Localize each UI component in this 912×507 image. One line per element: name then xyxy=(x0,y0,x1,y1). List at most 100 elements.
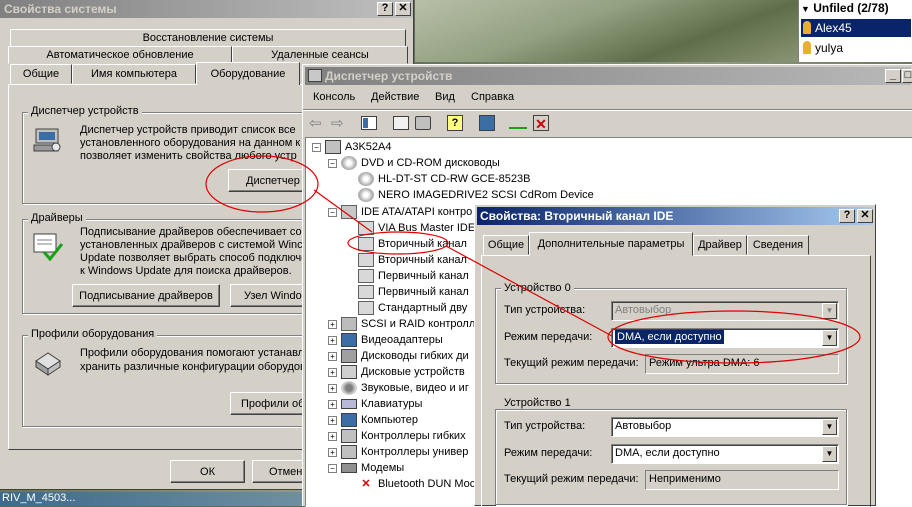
contact-item[interactable]: yulya xyxy=(801,39,911,57)
scan-hardware-icon[interactable] xyxy=(479,115,495,131)
tab-details[interactable]: Сведения xyxy=(747,235,809,255)
menu-action[interactable]: Действие xyxy=(371,91,419,103)
tab-general[interactable]: Общие xyxy=(10,64,72,84)
expand-icon[interactable]: + xyxy=(328,399,337,409)
tree-label: Первичный канал xyxy=(378,270,469,282)
expand-icon[interactable]: + xyxy=(328,351,337,361)
tree-node-floppy[interactable]: + Дисководы гибких ди xyxy=(328,348,469,364)
tab-advanced-settings[interactable]: Дополнительные параметры xyxy=(529,232,693,256)
close-button[interactable]: ✕ xyxy=(395,2,411,16)
tree-item[interactable]: Первичный канал xyxy=(358,268,469,284)
device0-type-select: Автовыбор ▼ xyxy=(611,301,839,321)
show-hide-tree-icon[interactable] xyxy=(361,116,377,130)
tree-item[interactable]: Вторичный канал xyxy=(358,252,467,268)
help-button[interactable]: ? xyxy=(839,209,855,223)
tree-node-disks[interactable]: + Дисковые устройств xyxy=(328,364,465,380)
driver-signing-icon xyxy=(32,232,64,262)
expand-icon[interactable]: + xyxy=(328,367,337,377)
uninstall-icon[interactable]: ✕ xyxy=(533,115,549,132)
back-arrow-icon[interactable]: ⇦ xyxy=(309,114,322,132)
tab-computer-name[interactable]: Имя компьютера xyxy=(72,64,196,84)
tree-node-keyboards[interactable]: + Клавиатуры xyxy=(328,396,422,412)
expand-icon[interactable]: + xyxy=(328,319,337,329)
forward-arrow-icon[interactable]: ⇨ xyxy=(331,114,344,132)
dropdown-arrow-icon[interactable]: ▼ xyxy=(822,419,837,435)
tree-item[interactable]: NERO IMAGEDRIVE2 SCSI CdRom Device xyxy=(358,187,594,203)
tree-node-computer[interactable]: + Компьютер xyxy=(328,412,418,428)
dropdown-arrow-icon: ▼ xyxy=(822,303,837,319)
minimize-button[interactable]: _ xyxy=(885,69,901,83)
tree-node-sound[interactable]: + Звуковые, видео и иг xyxy=(328,380,469,396)
taskbar-text[interactable]: RIV_M_4503... xyxy=(2,492,75,504)
tree-item[interactable]: Первичный канал xyxy=(358,284,469,300)
ide-channel-icon xyxy=(358,237,374,251)
tree-node-modems[interactable]: − Модемы xyxy=(328,460,404,476)
text-line: Диспетчер устройств приводит список все xyxy=(80,124,296,136)
collapse-icon[interactable]: − xyxy=(328,158,337,168)
contact-group-header[interactable]: ▼ Unfiled (2/78) xyxy=(801,1,889,15)
tree-node-ide[interactable]: − IDE ATA/ATAPI контро xyxy=(328,204,472,220)
close-button[interactable]: ✕ xyxy=(857,209,873,223)
menu-help[interactable]: Справка xyxy=(471,91,514,103)
tree-item[interactable]: ✕ Bluetooth DUN Moc xyxy=(358,476,475,492)
device1-type-select[interactable]: Автовыбор ▼ xyxy=(611,417,839,437)
tree-node-floppy-controllers[interactable]: + Контроллеры гибких xyxy=(328,428,466,444)
title-bar[interactable]: Диспетчер устройств _ □ xyxy=(305,67,912,85)
expand-icon[interactable]: + xyxy=(328,431,337,441)
tab-label: Удаленные сеансы xyxy=(271,49,369,61)
menu-view[interactable]: Вид xyxy=(435,91,455,103)
expand-icon[interactable]: + xyxy=(328,383,337,393)
expand-icon[interactable]: + xyxy=(328,415,337,425)
device-manager-button[interactable]: Диспетчер xyxy=(228,169,308,192)
window-title: Свойства системы xyxy=(4,2,117,16)
tree-node-usb[interactable]: + Контроллеры универ xyxy=(328,444,468,460)
tab-system-restore[interactable]: Восстановление системы xyxy=(10,29,406,47)
tree-node-video[interactable]: + Видеоадаптеры xyxy=(328,332,443,348)
contact-item-selected[interactable]: Alex45 xyxy=(801,19,911,37)
ok-button[interactable]: ОК xyxy=(170,460,245,483)
expand-icon[interactable]: + xyxy=(328,447,337,457)
menu-console[interactable]: Консоль xyxy=(313,91,355,103)
device-manager-app-icon xyxy=(308,69,322,82)
hardware-profiles-button[interactable]: Профили об xyxy=(230,392,308,415)
driver-signing-button[interactable]: Подписывание драйверов xyxy=(72,284,220,307)
device0-mode-label: Режим передачи: xyxy=(504,331,593,343)
field-value: Режим ультра DMA: 6 xyxy=(649,357,760,369)
title-bar[interactable]: Свойства системы ? ✕ xyxy=(0,0,413,18)
collapse-icon[interactable]: − xyxy=(328,463,337,473)
print-icon[interactable] xyxy=(415,116,431,130)
dropdown-arrow-icon[interactable]: ▼ xyxy=(822,330,837,346)
help-button[interactable]: ? xyxy=(377,2,393,16)
device1-mode-select[interactable]: DMA, если доступно ▼ xyxy=(611,444,839,464)
tab-label: Восстановление системы xyxy=(142,32,274,44)
tree-item[interactable]: Стандартный дву xyxy=(358,300,467,316)
windows-update-button[interactable]: Узел Windo xyxy=(230,284,308,307)
tree-item[interactable]: VIA Bus Master IDE xyxy=(358,220,475,236)
dropdown-arrow-icon[interactable]: ▼ xyxy=(822,446,837,462)
tree-node-dvd[interactable]: − DVD и CD-ROM дисководы xyxy=(328,155,500,171)
help-icon[interactable]: ? xyxy=(447,115,463,131)
tab-driver[interactable]: Драйвер xyxy=(693,235,747,255)
tree-root[interactable]: − A3K52A4 xyxy=(312,139,391,155)
tree-node-scsi[interactable]: + SCSI и RAID контролл xyxy=(328,316,475,332)
title-bar[interactable]: Свойства: Вторичный канал IDE ? ✕ xyxy=(477,207,873,225)
cancel-button[interactable]: Отмен xyxy=(252,460,308,483)
tab-hardware[interactable]: Оборудование xyxy=(196,62,300,85)
tree-label: Первичный канал xyxy=(378,286,469,298)
tree-item[interactable]: Вторичный канал xyxy=(358,236,467,252)
properties-icon[interactable] xyxy=(393,116,409,130)
ide-properties-dialog: Свойства: Вторичный канал IDE ? ✕ Общие … xyxy=(474,204,876,507)
device0-mode-select[interactable]: DMA, если доступно ▼ xyxy=(611,328,839,348)
tab-general[interactable]: Общие xyxy=(483,235,529,255)
disabled-device-icon: ✕ xyxy=(361,478,371,490)
collapse-icon[interactable]: − xyxy=(328,207,337,217)
expand-icon[interactable]: + xyxy=(328,335,337,345)
tree-item[interactable]: HL-DT-ST CD-RW GCE-8523B xyxy=(358,171,530,187)
tree-label: Контроллеры гибких xyxy=(361,430,466,442)
select-value: Автовыбор xyxy=(615,304,672,316)
device1-mode-label: Режим передачи: xyxy=(504,447,593,459)
update-driver-icon[interactable] xyxy=(509,117,527,129)
maximize-button[interactable]: □ xyxy=(902,69,912,83)
collapse-icon[interactable]: − xyxy=(312,142,321,152)
profiles-group-label: Профили оборудования xyxy=(28,328,158,340)
